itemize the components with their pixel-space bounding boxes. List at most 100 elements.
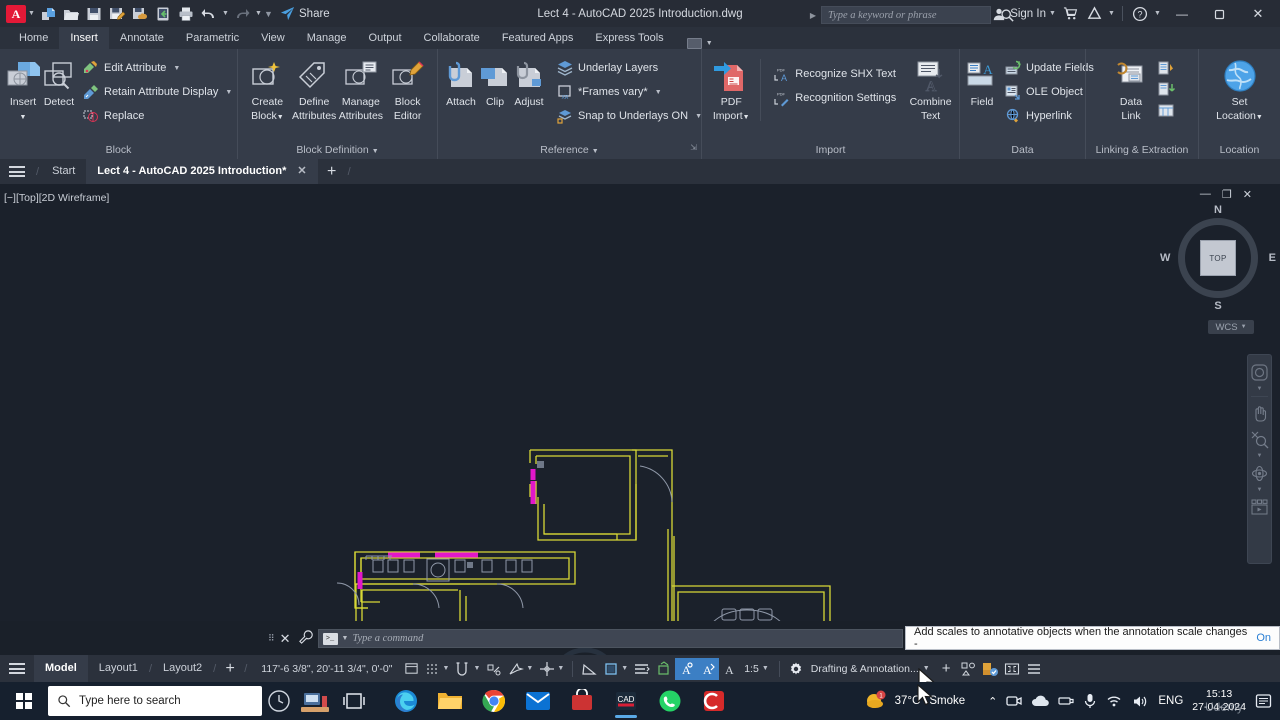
field-button[interactable]: A Field	[966, 55, 998, 109]
google-chrome-icon[interactable]	[472, 682, 516, 720]
insert-block-chevron-down-icon[interactable]: ▼	[20, 114, 27, 121]
grid-display-toggle[interactable]: ▼	[422, 658, 453, 680]
open-folder-icon[interactable]	[60, 3, 82, 25]
annotation-scale-toggle[interactable]: A	[719, 658, 741, 680]
tab-output[interactable]: Output	[358, 27, 413, 49]
hardware-acceleration-icon[interactable]	[979, 658, 1001, 680]
new-layout-button[interactable]: +	[216, 656, 244, 681]
customization-menu-icon[interactable]	[1023, 658, 1045, 680]
usb-eject-icon[interactable]	[1058, 693, 1074, 709]
redo-arrow-icon[interactable]	[231, 3, 253, 25]
layout-tab-model[interactable]: Model	[34, 655, 88, 682]
upload-to-source-icon[interactable]	[1157, 100, 1177, 120]
file-tab-start[interactable]: Start	[41, 159, 86, 184]
file-tab-close-icon[interactable]: ✕	[297, 165, 306, 177]
steering-wheel-icon[interactable]	[1249, 360, 1270, 384]
help-chevron-down-icon[interactable]: ▼	[1153, 10, 1162, 17]
isometric-drafting-toggle[interactable]: ▼	[600, 658, 631, 680]
desk-widget-icon[interactable]	[296, 682, 334, 720]
edit-attribute-button[interactable]: Edit Attribute ▼	[78, 57, 236, 79]
edit-attribute-chevron-down-icon[interactable]: ▼	[173, 65, 180, 72]
undo-arrow-icon[interactable]	[198, 3, 220, 25]
define-attributes-button[interactable]: Define Attributes	[291, 55, 338, 122]
workspace-chevron-down-icon[interactable]: ▼	[923, 665, 930, 672]
tab-manage[interactable]: Manage	[296, 27, 358, 49]
cortana-circle-icon[interactable]	[262, 682, 296, 720]
ribbon-minimize-icon[interactable]	[686, 38, 702, 49]
snap-chevron-down-icon[interactable]: ▼	[473, 665, 480, 672]
show-hidden-icons-chevron[interactable]: ⌃	[988, 695, 997, 708]
mail-icon[interactable]	[516, 682, 560, 720]
annotation-scale-chevron-down-icon[interactable]: ▼	[762, 665, 769, 672]
view-cube[interactable]: TOP N S W E	[1160, 204, 1276, 312]
layout-tab-layout1[interactable]: Layout1	[88, 655, 149, 682]
save-disk-icon[interactable]	[83, 3, 105, 25]
create-block-chevron-down-icon[interactable]: ▼	[277, 114, 284, 121]
status-hamburger-menu-icon[interactable]	[0, 656, 34, 681]
tab-home[interactable]: Home	[8, 27, 59, 49]
drawing-canvas[interactable]: [−][Top][2D Wireframe] — ❐ ✕ TOP N S W E…	[0, 184, 1280, 621]
camera-icon[interactable]	[1006, 693, 1023, 709]
sign-in-chevron-down-icon[interactable]: ▼	[1048, 10, 1057, 17]
view-cube-east-label[interactable]: E	[1269, 252, 1276, 264]
replace-block-button[interactable]: Replace	[78, 105, 236, 127]
download-from-source-icon[interactable]	[1157, 79, 1177, 99]
recognize-shx-text-button[interactable]: PDF A Recognize SHX Text	[769, 63, 900, 85]
snap-to-underlays-button[interactable]: Snap to Underlays ON ▼	[552, 105, 706, 127]
command-history-chevron-down-icon[interactable]: ▼	[342, 635, 349, 642]
weather-icon[interactable]: 1	[864, 690, 886, 712]
polar-tracking-toggle[interactable]	[578, 658, 600, 680]
qat-overflow-chevron-icon[interactable]: ▼	[264, 9, 273, 19]
autodesk-app-icon[interactable]	[1083, 3, 1105, 25]
panel-block-definition-title[interactable]: Block Definition ▼	[238, 142, 437, 159]
grid-chevron-down-icon[interactable]: ▼	[443, 665, 450, 672]
help-search-input[interactable]: Type a keyword or phrase	[821, 6, 991, 24]
ucs-chevron-down-icon[interactable]: ▼	[1241, 324, 1247, 330]
onedrive-cloud-icon[interactable]	[1031, 694, 1050, 708]
new-file-tab-button[interactable]: +	[318, 159, 346, 184]
file-tab-lect4[interactable]: Lect 4 - AutoCAD 2025 Introduction* ✕	[86, 159, 318, 184]
command-input[interactable]: >_ ▼ Type a command	[317, 629, 903, 648]
store-icon[interactable]	[560, 682, 604, 720]
orbit-icon[interactable]	[1249, 461, 1270, 485]
tab-annotate[interactable]: Annotate	[109, 27, 175, 49]
view-cube-north-label[interactable]: N	[1214, 204, 1222, 216]
volume-icon[interactable]	[1132, 694, 1149, 709]
language-indicator[interactable]: ENG	[1158, 695, 1183, 707]
tab-view[interactable]: View	[250, 27, 296, 49]
data-extraction-icon[interactable]	[1157, 58, 1177, 78]
hyperlink-button[interactable]: Hyperlink	[1000, 105, 1098, 127]
tab-parametric[interactable]: Parametric	[175, 27, 250, 49]
manage-attributes-button[interactable]: Manage Attributes	[338, 55, 385, 122]
update-fields-button[interactable]: A Update Fields	[1000, 57, 1098, 79]
frames-vary-chevron-down-icon[interactable]: ▼	[655, 89, 662, 96]
data-link-button[interactable]: Data Link	[1107, 55, 1155, 122]
pan-hand-icon[interactable]	[1249, 401, 1270, 425]
pdf-import-button[interactable]: PDF Import▼	[708, 55, 754, 123]
combine-text-button[interactable]: A A Combine Text	[908, 55, 953, 122]
floor-plan-drawing[interactable]	[0, 184, 1280, 621]
microphone-icon[interactable]	[1083, 693, 1097, 709]
annotation-scale-value[interactable]: 1:5	[744, 663, 759, 675]
drag-grip-icon[interactable]: ⠿	[268, 634, 275, 643]
shopping-cart-icon[interactable]	[1059, 3, 1081, 25]
ribbon-options-chevron-down-icon[interactable]: ▼	[705, 40, 714, 47]
dynamic-input-toggle[interactable]: ▼	[505, 658, 536, 680]
adjust-reference-button[interactable]: Adjust	[512, 55, 546, 109]
help-question-icon[interactable]: ?	[1129, 3, 1151, 25]
annotation-visibility-toggle[interactable]: A	[675, 657, 698, 680]
recognition-settings-button[interactable]: PDF Recognition Settings	[769, 87, 900, 109]
isometric-chevron-down-icon[interactable]: ▼	[621, 665, 628, 672]
ortho-mode-toggle[interactable]: ▼	[536, 658, 567, 680]
action-center-icon[interactable]	[1255, 693, 1272, 709]
panel-reference-title[interactable]: Reference ▼ ⇲	[438, 142, 701, 159]
autocad-logo-icon[interactable]: A	[6, 4, 26, 23]
ole-object-button[interactable]: OLE Object	[1000, 81, 1098, 103]
restore-window-button[interactable]	[1202, 0, 1238, 27]
orbit-chevron-down-icon[interactable]: ▼	[1257, 487, 1263, 493]
object-snap-tracking-toggle[interactable]	[631, 658, 653, 680]
underlay-layers-button[interactable]: Underlay Layers	[552, 57, 706, 79]
printer-icon[interactable]	[175, 3, 197, 25]
retain-attribute-chevron-down-icon[interactable]: ▼	[225, 89, 232, 96]
lineweight-toggle[interactable]	[653, 658, 675, 680]
